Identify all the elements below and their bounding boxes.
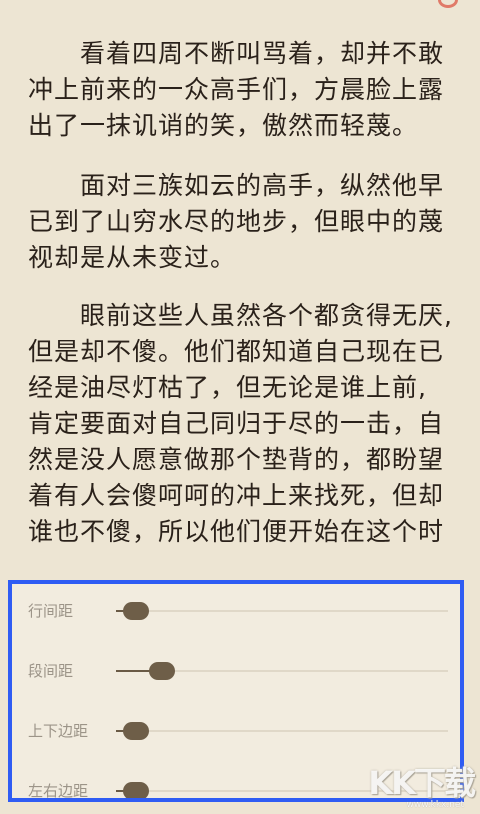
text-line: 视却是从未变过。 (28, 243, 237, 272)
text-line: 冲上前来的一众高手们，方晨脸上露 (28, 75, 445, 104)
text-line: 谁也不傻，所以他们便开始在这个时 (28, 517, 445, 546)
text-line: 着有人会傻呵呵的冲上来找死，但却 (28, 481, 445, 510)
text-line: 然是没人愿意做那个垫背的，都盼望 (28, 445, 445, 474)
text-line: 眼前这些人虽然各个都贪得无厌, (28, 301, 453, 330)
text-line: 面对三族如云的高手，纵然他早 (28, 171, 445, 200)
line-spacing-slider-thumb[interactable] (122, 602, 149, 620)
vertical-margin-slider[interactable] (116, 730, 448, 732)
text-line: 出了一抹讥诮的笑，傲然而轻蔑。 (28, 111, 419, 140)
watermark-logo: KK下载 www.kkx.net (364, 758, 476, 812)
line-spacing-row: 行间距 (12, 596, 460, 626)
reader-content[interactable]: 看着四周不断叫骂着，却并不敢 冲上前来的一众高手们，方晨脸上露 出了一抹讥诮的笑… (0, 0, 480, 580)
paragraph: 眼前这些人虽然各个都贪得无厌, 但是却不傻。他们都知道自己现在已 经是油尽灯枯了… (28, 298, 476, 550)
text-line: 肯定要面对自己同归于尽的一击，自 (28, 409, 445, 438)
paragraph-spacing-slider-thumb[interactable] (149, 662, 176, 680)
vertical-margin-label: 上下边距 (28, 722, 89, 740)
horizontal-margin-label: 左右边距 (28, 782, 89, 800)
watermark-url: www.kkx.net (406, 800, 465, 810)
text-line: 经是油尽灯枯了，但无论是谁上前, (28, 373, 427, 402)
paragraph: 面对三族如云的高手，纵然他早 已到了山穷水尽的地步，但眼中的蔑 视却是从未变过。 (28, 168, 476, 276)
vertical-margin-slider-thumb[interactable] (122, 722, 149, 740)
watermark-letters: KK下载 (368, 764, 476, 802)
horizontal-margin-slider-thumb[interactable] (122, 782, 149, 798)
line-spacing-slider[interactable] (116, 610, 448, 612)
paragraph-spacing-label: 段间距 (28, 662, 74, 680)
vertical-margin-row: 上下边距 (12, 716, 460, 746)
text-line: 看着四周不断叫骂着，却并不敢 (28, 39, 445, 68)
text-line: 但是却不傻。他们都知道自己现在已 (28, 337, 445, 366)
notification-dot-icon (438, 0, 458, 8)
paragraph: 看着四周不断叫骂着，却并不敢 冲上前来的一众高手们，方晨脸上露 出了一抹讥诮的笑… (28, 36, 476, 144)
paragraph-spacing-row: 段间距 (12, 656, 460, 686)
line-spacing-label: 行间距 (28, 602, 74, 620)
text-line: 已到了山穷水尽的地步，但眼中的蔑 (28, 207, 445, 236)
